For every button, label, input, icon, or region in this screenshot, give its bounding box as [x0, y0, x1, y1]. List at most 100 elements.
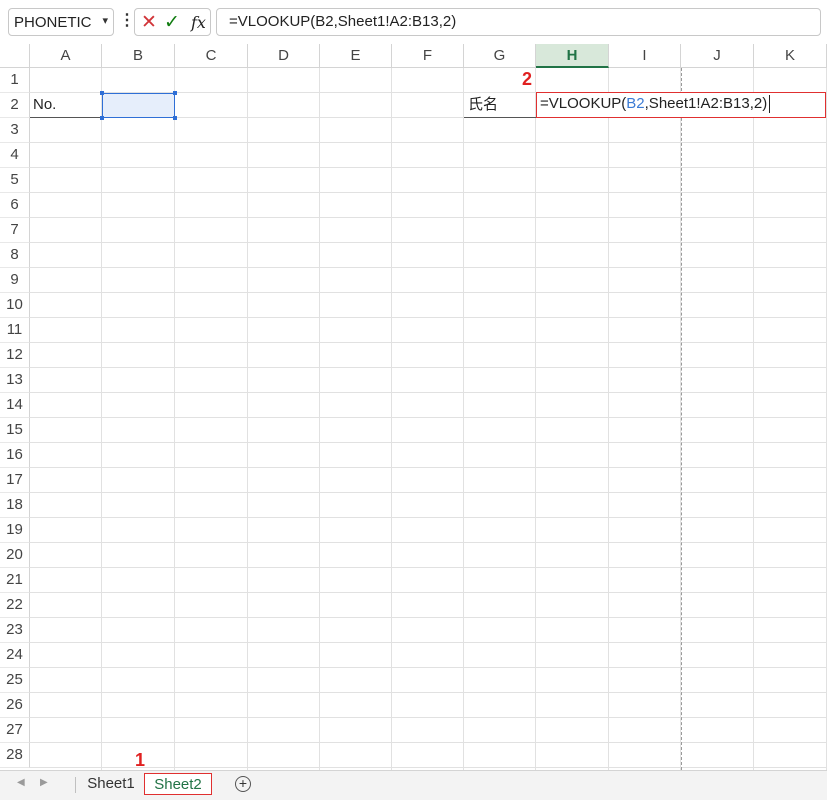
- grid-column-line: [753, 68, 754, 770]
- scroll-right-icon[interactable]: ▶: [40, 777, 48, 788]
- cancel-icon[interactable]: ✕: [141, 11, 157, 34]
- grid-column-line: [174, 68, 175, 770]
- grid-row-line: [30, 542, 827, 543]
- formula-suffix: ,Sheet1!A2:B13,2): [644, 95, 768, 112]
- row-header-15[interactable]: 15: [0, 418, 30, 443]
- header-underline-g2: [464, 117, 536, 118]
- grid-row-line: [30, 667, 827, 668]
- grid-row-line: [30, 592, 827, 593]
- row-header-13[interactable]: 13: [0, 368, 30, 393]
- grid-column-line: [101, 68, 102, 770]
- grid-row-line: [30, 617, 827, 618]
- formula-buttons: ✕ ✓ fx: [134, 8, 211, 36]
- annotation-step-1: 1: [135, 750, 146, 770]
- row-header-10[interactable]: 10: [0, 293, 30, 318]
- grid-row-line: [30, 392, 827, 393]
- grid-column-line: [608, 68, 609, 770]
- grid-row-line: [30, 192, 827, 193]
- row-header-1[interactable]: 1: [0, 68, 30, 93]
- column-header-a[interactable]: A: [30, 44, 102, 68]
- select-all-corner[interactable]: [0, 44, 30, 68]
- selection-handle[interactable]: [173, 91, 177, 95]
- row-header-5[interactable]: 5: [0, 168, 30, 193]
- sheet-tabs-bar: ◀ ▶ Sheet1 Sheet2 +: [0, 770, 827, 800]
- row-header-14[interactable]: 14: [0, 393, 30, 418]
- selection-handle[interactable]: [173, 116, 177, 120]
- header-underline-a2: [30, 117, 102, 118]
- column-header-f[interactable]: F: [392, 44, 464, 68]
- spreadsheet-grid[interactable]: ABCDEFGHIJK 1 2 3 4 5 6 7 8 9 10 11 12 13 14 15 16 17 18 1…: [0, 44, 827, 770]
- row-header-12[interactable]: 12: [0, 343, 30, 368]
- grid-row-line: [30, 442, 827, 443]
- cell-g2[interactable]: 氏名: [468, 93, 498, 117]
- column-header-i[interactable]: I: [609, 44, 681, 68]
- cell-a2[interactable]: No.: [33, 93, 56, 117]
- row-header-7[interactable]: 7: [0, 218, 30, 243]
- row-header-17[interactable]: 17: [0, 468, 30, 493]
- grid-row-line: [30, 417, 827, 418]
- row-header-25[interactable]: 25: [0, 668, 30, 693]
- grid-row-line: [30, 367, 827, 368]
- row-header-26[interactable]: 26: [0, 693, 30, 718]
- insert-function-icon[interactable]: fx: [191, 13, 206, 32]
- grid-row-line: [30, 567, 827, 568]
- column-header-k[interactable]: K: [754, 44, 827, 68]
- add-sheet-icon[interactable]: +: [235, 776, 251, 792]
- grid-row-line: [30, 492, 827, 493]
- grid-column-line: [463, 68, 464, 770]
- formula-ref: B2: [626, 95, 645, 112]
- cell-h2-editing[interactable]: =VLOOKUP(B2,Sheet1!A2:B13,2): [536, 92, 826, 118]
- column-header-h[interactable]: H: [536, 44, 609, 68]
- row-header-18[interactable]: 18: [0, 493, 30, 518]
- tab-sheet2[interactable]: Sheet2: [144, 773, 212, 795]
- selection-handle[interactable]: [100, 116, 104, 120]
- selection-handle[interactable]: [100, 91, 104, 95]
- formula-toolbar: PHONETIC ▾ ⋮ ✕ ✓ fx =VLOOKUP(B2,Sheet1!A…: [0, 0, 827, 44]
- grid-row-line: [30, 142, 827, 143]
- grid-row-line: [30, 517, 827, 518]
- column-header-g[interactable]: G: [464, 44, 536, 68]
- row-header-21[interactable]: 21: [0, 568, 30, 593]
- row-header-6[interactable]: 6: [0, 193, 30, 218]
- formula-bar-input[interactable]: =VLOOKUP(B2,Sheet1!A2:B13,2): [216, 8, 821, 36]
- grid-row-line: [30, 717, 827, 718]
- row-header-22[interactable]: 22: [0, 593, 30, 618]
- grid-row-line: [30, 267, 827, 268]
- grid-column-line: [247, 68, 248, 770]
- row-header-19[interactable]: 19: [0, 518, 30, 543]
- row-header-23[interactable]: 23: [0, 618, 30, 643]
- text-caret: [769, 95, 771, 114]
- grid-row-line: [30, 342, 827, 343]
- name-box[interactable]: PHONETIC ▾: [8, 8, 114, 36]
- enter-icon[interactable]: ✓: [164, 11, 180, 34]
- cell-b2-selected[interactable]: [100, 91, 177, 120]
- row-header-8[interactable]: 8: [0, 243, 30, 268]
- grid-row-line: [30, 767, 827, 768]
- column-header-c[interactable]: C: [175, 44, 248, 68]
- column-header-d[interactable]: D: [248, 44, 320, 68]
- grid-row-line: [30, 292, 827, 293]
- row-header-28[interactable]: 28: [0, 743, 30, 768]
- grid-row-line: [30, 742, 827, 743]
- column-header-j[interactable]: J: [681, 44, 754, 68]
- grid-row-line: [30, 692, 827, 693]
- row-header-4[interactable]: 4: [0, 143, 30, 168]
- more-options-icon[interactable]: ⋮: [119, 10, 135, 30]
- row-header-27[interactable]: 27: [0, 718, 30, 743]
- annotation-step-2: 2: [522, 69, 533, 89]
- column-header-e[interactable]: E: [320, 44, 392, 68]
- row-header-20[interactable]: 20: [0, 543, 30, 568]
- scroll-left-icon[interactable]: ◀: [17, 777, 25, 788]
- chevron-down-icon[interactable]: ▾: [102, 14, 108, 27]
- formula-prefix: =VLOOKUP(: [540, 95, 627, 112]
- row-header-3[interactable]: 3: [0, 118, 30, 143]
- column-header-b[interactable]: B: [102, 44, 175, 68]
- grid-column-line: [319, 68, 320, 770]
- row-header-9[interactable]: 9: [0, 268, 30, 293]
- row-header-2[interactable]: 2: [0, 93, 30, 118]
- row-header-11[interactable]: 11: [0, 318, 30, 343]
- row-header-16[interactable]: 16: [0, 443, 30, 468]
- tab-sheet1[interactable]: Sheet1: [80, 773, 142, 795]
- grid-row-line: [30, 467, 827, 468]
- row-header-24[interactable]: 24: [0, 643, 30, 668]
